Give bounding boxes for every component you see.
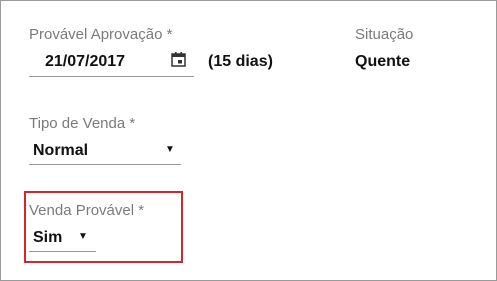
caret-down-icon: ▼ — [78, 231, 88, 242]
situation-label: Situação — [355, 26, 414, 43]
caret-down-icon: ▼ — [165, 144, 175, 155]
situation-value: Quente — [355, 53, 411, 70]
sale-type-label: Tipo de Venda * — [29, 115, 136, 132]
probable-sale-selected-value: Sim — [33, 229, 63, 246]
calendar-icon[interactable] — [171, 52, 186, 67]
approval-date-label: Provável Aprovação * — [29, 26, 173, 43]
sale-type-underline — [29, 164, 181, 165]
sale-type-selected-value: Normal — [33, 142, 89, 159]
approval-date-underline — [29, 76, 194, 77]
approval-days-count: (15 dias) — [208, 53, 273, 70]
approval-date-input[interactable]: 21/07/2017 — [45, 53, 125, 71]
probable-sale-underline — [29, 251, 96, 252]
probable-sale-label: Venda Provável * — [29, 202, 145, 219]
